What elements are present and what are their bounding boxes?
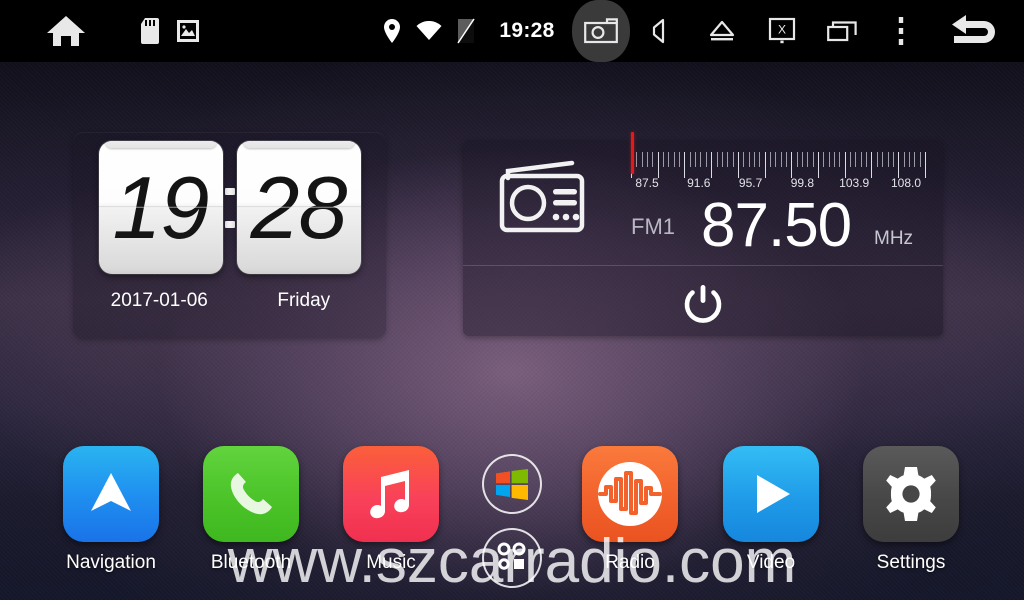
app-label-settings: Settings (876, 552, 946, 573)
radio-widget[interactable]: 87.5 91.6 95.7 99.8 103.9 108.0 FM1 87.50 MHz (463, 132, 943, 336)
radio-power-button[interactable] (463, 272, 943, 336)
phone-handset-icon (230, 473, 272, 515)
app-settings[interactable]: Settings (861, 446, 961, 574)
camera-icon[interactable] (570, 0, 632, 62)
wifi-icon (410, 0, 448, 62)
windows-app-button[interactable] (482, 454, 542, 514)
clock-colon (223, 141, 237, 274)
navigation-arrow-icon (91, 473, 131, 511)
eject-icon[interactable] (692, 0, 752, 62)
app-navigation[interactable]: Navigation (61, 446, 161, 574)
back-icon[interactable] (930, 0, 1024, 62)
radio-tile[interactable] (582, 446, 678, 542)
app-dock: Navigation Bluetooth Music Radio Video S… (0, 440, 1024, 600)
face-icon (497, 542, 526, 570)
clock-weekday: Friday (277, 290, 331, 311)
recent-apps-icon[interactable] (812, 0, 872, 62)
navigation-tile[interactable] (63, 446, 159, 542)
gallery-icon[interactable] (168, 0, 208, 62)
app-music[interactable]: Music (341, 446, 441, 574)
app-label-music: Music (366, 552, 416, 573)
gear-icon (886, 467, 936, 521)
radio-unit: MHz (874, 228, 914, 249)
sd-card-icon[interactable] (132, 0, 168, 62)
play-triangle-icon (757, 475, 790, 513)
clock-date: 2017-01-06 (110, 290, 208, 311)
clock-widget[interactable]: 19 28 2017-01-06 Friday (73, 132, 386, 338)
tuning-marker (631, 132, 634, 174)
face-app-button[interactable] (482, 528, 542, 588)
clock-hours: 19 (112, 157, 210, 257)
radio-top: 87.5 91.6 95.7 99.8 103.9 108.0 FM1 87.50 MHz (463, 132, 943, 265)
settings-tile[interactable] (863, 446, 959, 542)
app-label-video: Video (746, 552, 796, 573)
mute-icon[interactable] (632, 0, 692, 62)
status-time: 19:28 (499, 19, 555, 42)
radio-divider (463, 265, 943, 266)
home-icon[interactable] (34, 0, 98, 62)
bluetooth-tile[interactable] (203, 446, 299, 542)
screen-off-icon[interactable]: X (752, 0, 812, 62)
music-note-icon (370, 470, 409, 519)
windows-logo-icon (496, 468, 528, 500)
radio-tuning-scale[interactable]: 87.5 91.6 95.7 99.8 103.9 108.0 (631, 132, 926, 196)
frequency-row: FM1 87.50 MHz (631, 191, 943, 260)
clock-minutes: 28 (250, 157, 348, 257)
app-bluetooth[interactable]: Bluetooth (201, 446, 301, 574)
svg-text:X: X (778, 23, 786, 37)
app-video[interactable]: Video (721, 446, 821, 574)
waveform-icon (598, 462, 662, 526)
radio-frequency: 87.50 (701, 191, 852, 260)
flip-card-hours: 19 (98, 141, 223, 274)
radio-band[interactable]: FM1 (631, 214, 675, 240)
video-tile[interactable] (723, 446, 819, 542)
flip-card-minutes: 28 (236, 141, 361, 274)
clock-meta: 2017-01-06 Friday (73, 284, 386, 318)
app-label-bluetooth: Bluetooth (210, 552, 292, 573)
radio-icon (496, 158, 588, 239)
overflow-menu-icon[interactable] (872, 0, 930, 62)
app-radio[interactable]: Radio (580, 446, 680, 574)
music-tile[interactable] (343, 446, 439, 542)
status-bar: 19:28 X (0, 0, 1024, 62)
app-label-navigation: Navigation (66, 552, 156, 573)
location-icon (374, 0, 410, 62)
flip-clock: 19 28 (73, 132, 386, 277)
app-label-radio: Radio (605, 552, 655, 573)
sim-card-icon (448, 0, 484, 62)
scale-ticks (631, 152, 926, 178)
